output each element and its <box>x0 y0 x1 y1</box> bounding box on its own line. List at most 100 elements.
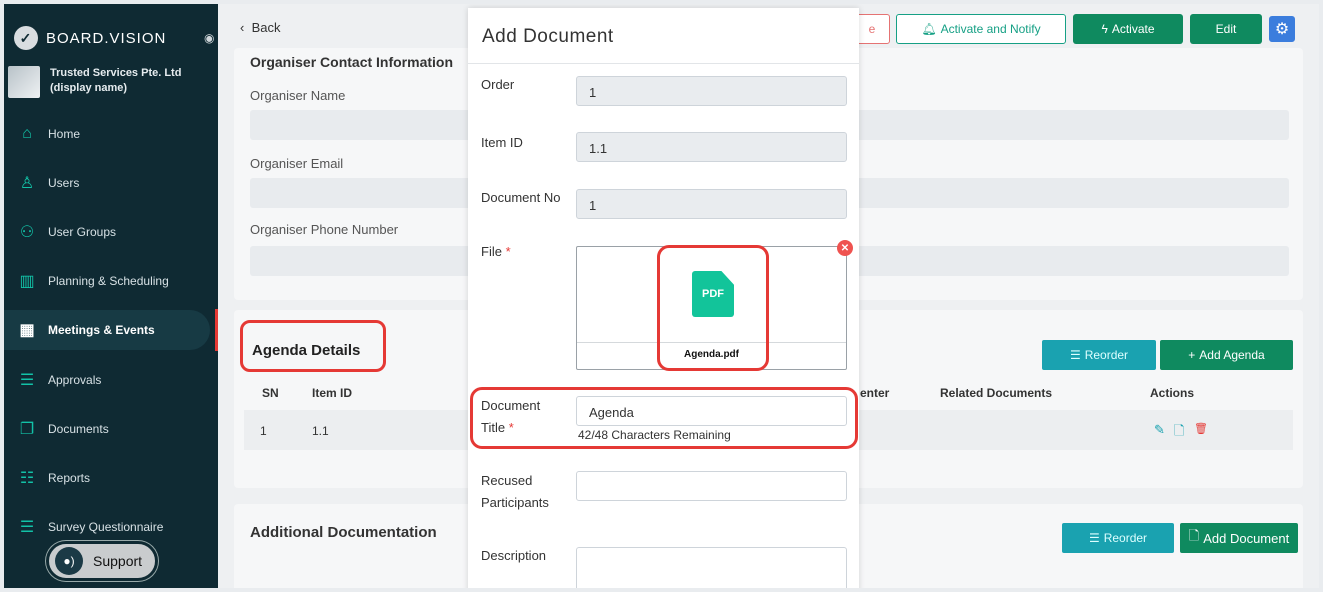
column-header-related-docs: Related Documents <box>940 386 1053 400</box>
app-window: ✓ BOARD.VISION ◉ Trusted Services Pte. L… <box>0 0 1323 592</box>
add-document-button[interactable]: 🗋 Add Document <box>1180 523 1298 553</box>
bolt-icon: ϟ <box>1101 22 1108 36</box>
pencil-icon[interactable]: ✎ <box>1154 422 1165 438</box>
sidebar-item-meetings[interactable]: ▦ Meetings & Events <box>4 310 210 350</box>
user-icon: ♙ <box>19 175 35 192</box>
sidebar-item-label: Approvals <box>48 373 102 387</box>
eye-icon[interactable]: ◉ <box>204 31 215 45</box>
modal-divider <box>468 63 859 64</box>
bell-icon: 🔔︎ <box>921 22 937 36</box>
add-agenda-button[interactable]: + Add Agenda <box>1160 340 1293 370</box>
sidebar-item-approvals[interactable]: ☰ Approvals <box>4 360 210 400</box>
brand-name: BOARD.VISION <box>46 29 167 47</box>
order-field[interactable]: 1 <box>576 76 847 106</box>
sidebar-item-label: Planning & Scheduling <box>48 274 169 288</box>
sidebar-item-user-groups[interactable]: ⚇ User Groups <box>4 212 210 252</box>
sidebar-item-label: User Groups <box>48 225 117 239</box>
row-item-id: 1.1 <box>312 424 329 438</box>
documents-icon: ❐ <box>19 421 35 438</box>
plus-icon: + <box>1188 348 1196 362</box>
edit-label: Edit <box>1215 22 1237 36</box>
agenda-title-highlight <box>240 320 386 372</box>
sidebar-item-label: Reports <box>48 471 91 485</box>
row-sn: 1 <box>260 424 267 438</box>
add-agenda-label: Add Agenda <box>1199 348 1265 362</box>
org-name: Trusted Services Pte. Ltd (display name) <box>50 67 182 94</box>
item-id-field[interactable]: 1.1 <box>576 132 847 162</box>
file-label-text: File <box>481 244 502 259</box>
modal-title: Add Document <box>482 26 614 47</box>
organiser-phone-label: Organiser Phone Number <box>250 222 399 237</box>
item-id-label: Item ID <box>481 135 523 150</box>
support-button[interactable]: ●) Support <box>46 541 158 581</box>
column-header-sn: SN <box>262 386 279 400</box>
sidebar-item-planning[interactable]: ▥ Planning & Scheduling <box>4 261 210 301</box>
docs-reorder-label: Reorder <box>1103 531 1148 545</box>
home-icon: ⌂ <box>22 125 32 142</box>
edit-button[interactable]: Edit <box>1190 14 1262 44</box>
document-no-field[interactable]: 1 <box>576 189 847 219</box>
sidebar: ✓ BOARD.VISION ◉ Trusted Services Pte. L… <box>4 4 218 588</box>
column-header-item-id: Item ID <box>312 386 353 400</box>
chart-bars-icon: ▥ <box>19 273 35 290</box>
sidebar-item-label: Users <box>48 176 80 190</box>
recused-label-line1: Recused <box>481 473 533 488</box>
sidebar-item-documents[interactable]: ❐ Documents <box>4 409 210 449</box>
trash-icon[interactable]: 🗑︎ <box>1194 422 1208 435</box>
users-icon: ⚇ <box>19 224 35 241</box>
recused-participants-input[interactable] <box>576 471 847 501</box>
gear-icon: ⚙ <box>1274 21 1290 38</box>
brand-logo[interactable]: ✓ BOARD.VISION ◉ <box>14 26 214 50</box>
partial-button-label: e <box>868 22 876 36</box>
org-avatar <box>8 66 40 98</box>
survey-icon: ☰ <box>19 519 35 536</box>
chevron-left-icon: ‹ <box>240 20 252 35</box>
sidebar-item-home[interactable]: ⌂ Home <box>4 114 210 154</box>
back-link[interactable]: ‹ Back <box>240 20 280 35</box>
sidebar-item-label: Home <box>48 127 81 141</box>
list-icon: ☰ <box>1088 531 1100 545</box>
remove-file-icon[interactable]: ✕ <box>837 240 853 256</box>
settings-button[interactable]: ⚙ <box>1269 16 1295 42</box>
column-header-presenter: enter <box>860 386 890 400</box>
document-no-label: Document No <box>481 190 561 205</box>
logo-icon: ✓ <box>14 26 38 50</box>
sidebar-item-label: Meetings & Events <box>48 323 155 337</box>
description-label: Description <box>481 548 547 563</box>
support-label: Support <box>93 553 143 569</box>
org-switcher[interactable]: Trusted Services Pte. Ltd (display name) <box>8 66 200 98</box>
calendar-icon: ▦ <box>19 322 35 339</box>
recused-label-line2: Participants <box>481 495 549 510</box>
file-icon: 🗋 <box>1188 528 1200 543</box>
sidebar-item-users[interactable]: ♙ Users <box>4 163 210 203</box>
activate-notify-label: Activate and Notify <box>940 22 1041 36</box>
sidebar-item-reports[interactable]: ☷ Reports <box>4 458 210 498</box>
docs-reorder-button[interactable]: ☰ Reorder <box>1062 523 1174 553</box>
order-label: Order <box>481 77 515 92</box>
chat-icon: ●) <box>55 547 83 575</box>
organiser-section-title: Organiser Contact Information <box>250 54 454 70</box>
additional-docs-title: Additional Documentation <box>250 524 437 541</box>
required-mark: * <box>505 244 511 259</box>
column-header-actions: Actions <box>1150 386 1195 400</box>
checklist-icon: ☰ <box>19 372 35 389</box>
file-label: File * <box>481 241 511 263</box>
document-icon[interactable]: 🗋 <box>1174 422 1184 444</box>
agenda-reorder-label: Reorder <box>1084 348 1129 362</box>
description-textarea[interactable] <box>576 547 847 588</box>
sidebar-item-label: Documents <box>48 422 109 436</box>
sidebar-item-label: Survey Questionnaire <box>48 520 164 534</box>
activate-button[interactable]: ϟ Activate <box>1073 14 1183 44</box>
document-title-highlight <box>470 387 858 449</box>
file-highlight <box>657 245 769 371</box>
recused-label: Recused Participants <box>481 470 549 514</box>
add-document-label: Add Document <box>1203 530 1290 546</box>
partial-button[interactable]: e <box>854 14 890 44</box>
organiser-name-label: Organiser Name <box>250 88 346 103</box>
agenda-reorder-button[interactable]: ☰ Reorder <box>1042 340 1156 370</box>
activate-label: Activate <box>1111 22 1155 36</box>
back-label: Back <box>251 20 281 35</box>
activate-notify-button[interactable]: 🔔︎ Activate and Notify <box>896 14 1066 44</box>
list-icon: ☰ <box>1069 348 1081 362</box>
report-icon: ☷ <box>19 470 35 487</box>
